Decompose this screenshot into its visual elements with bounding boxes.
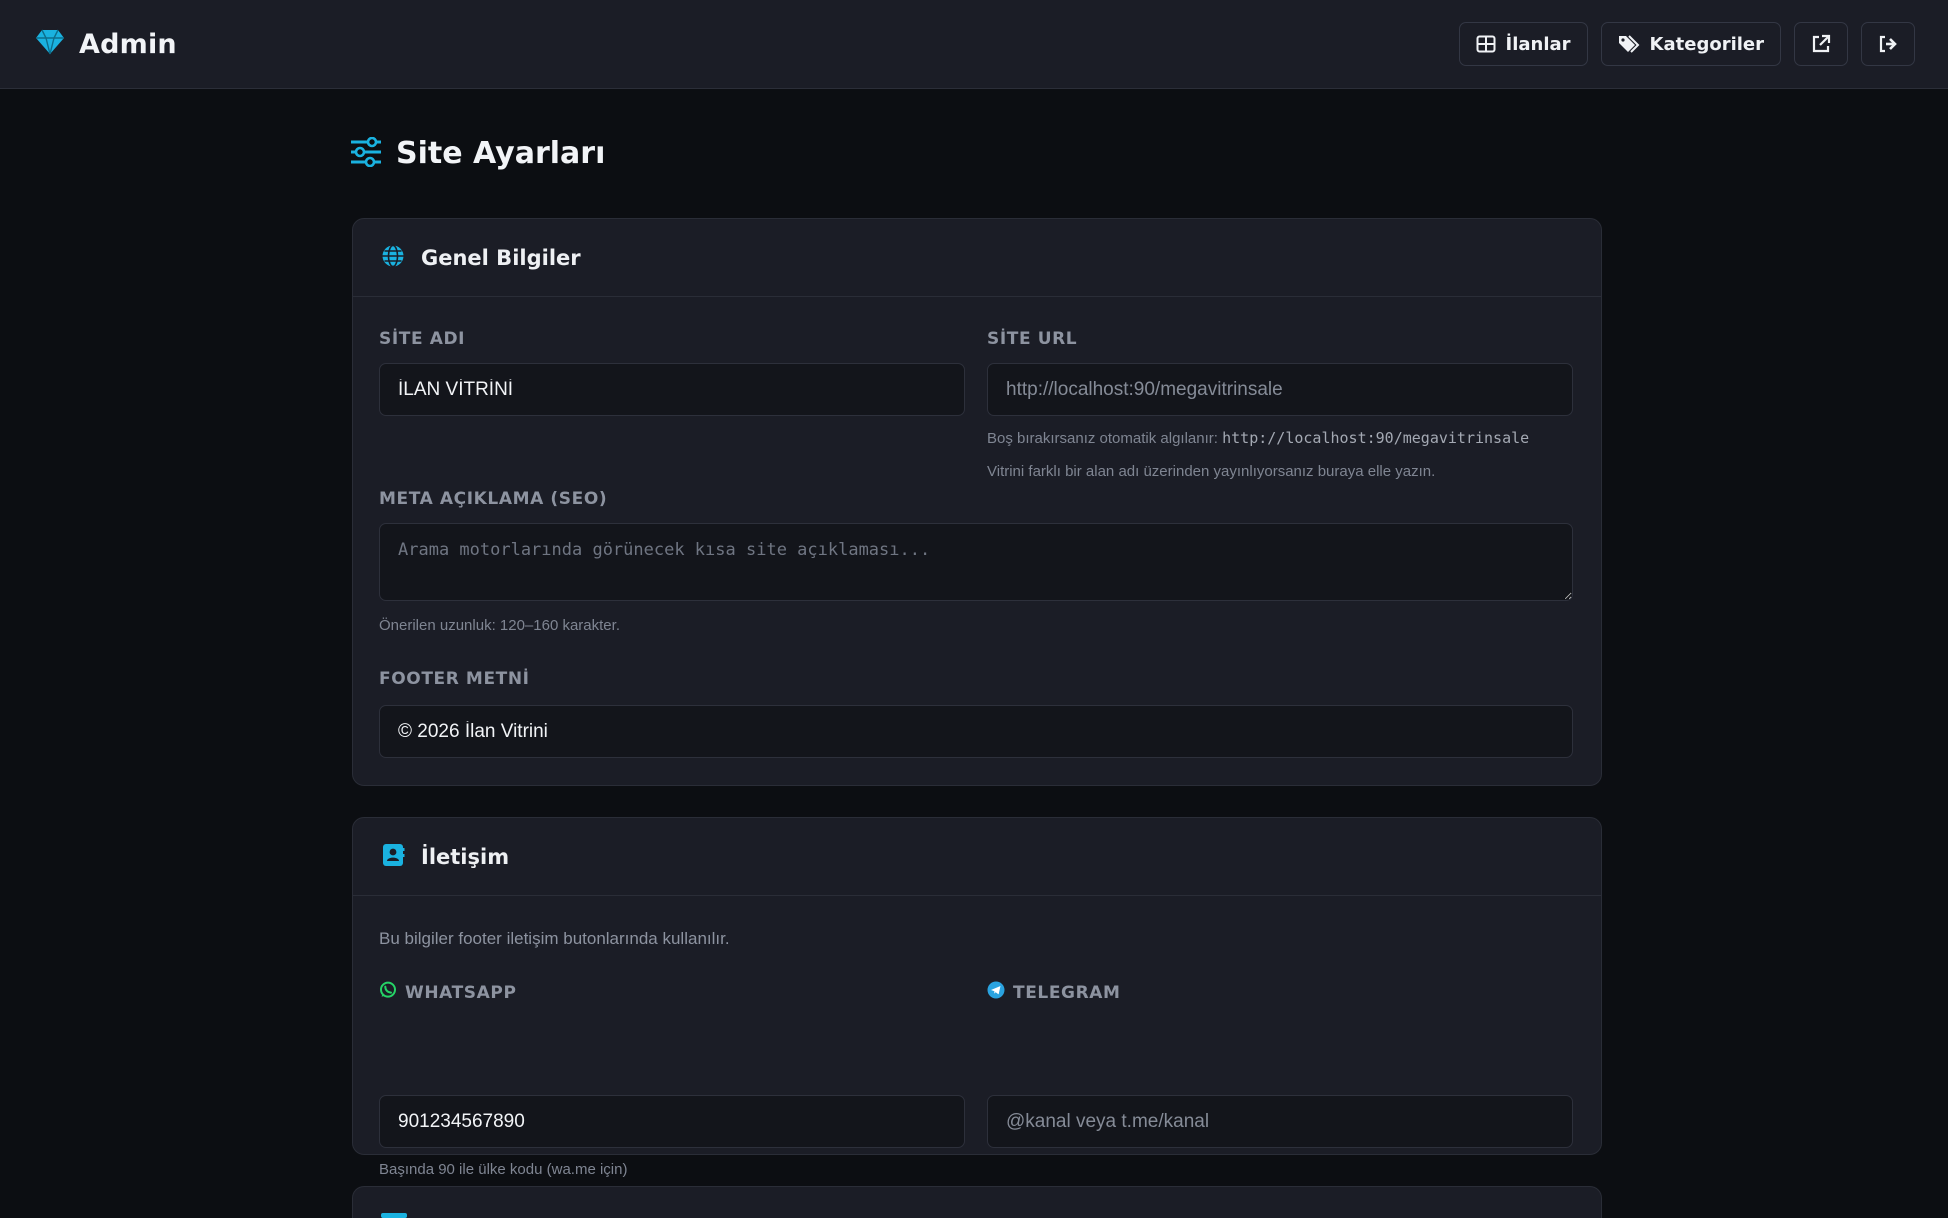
site-name-label: SİTE ADI bbox=[379, 329, 466, 349]
whatsapp-icon bbox=[379, 981, 397, 1004]
brand-name: Admin bbox=[79, 28, 177, 60]
brand[interactable]: Admin bbox=[35, 29, 177, 60]
ilanlar-label: İlanlar bbox=[1505, 33, 1571, 55]
site-url-help-code: http://localhost:90/megavitrinsale bbox=[1222, 429, 1530, 447]
address-book-icon bbox=[381, 843, 405, 871]
page-title: Site Ayarları bbox=[396, 136, 606, 171]
grid-icon bbox=[1476, 34, 1496, 54]
contact-description: Bu bilgiler footer iletişim butonlarında… bbox=[379, 929, 730, 948]
globe-icon bbox=[381, 244, 405, 272]
next-settings-card bbox=[352, 1186, 1602, 1218]
general-info-header: Genel Bilgiler bbox=[353, 219, 1601, 297]
whatsapp-label-text: WHATSAPP bbox=[405, 982, 517, 1003]
meta-description-help: Önerilen uzunluk: 120–160 karakter. bbox=[379, 617, 620, 634]
contact-title: İletişim bbox=[421, 844, 510, 869]
whatsapp-input[interactable] bbox=[379, 1095, 965, 1148]
ilanlar-button[interactable]: İlanlar bbox=[1458, 22, 1588, 66]
site-url-help: Boş bırakırsanız otomatik algılanır: htt… bbox=[987, 429, 1529, 447]
telegram-icon bbox=[987, 981, 1005, 1004]
footer-text-input[interactable] bbox=[379, 705, 1573, 758]
kategoriler-label: Kategoriler bbox=[1649, 33, 1764, 55]
sliders-icon bbox=[350, 136, 382, 171]
top-navbar: Admin İlanlar Kategoriler bbox=[0, 0, 1948, 89]
site-url-help-2: Vitrini farklı bir alan adı üzerinden ya… bbox=[987, 463, 1436, 480]
logout-icon bbox=[1878, 34, 1898, 54]
whatsapp-help: Başında 90 ile ülke kodu (wa.me için) bbox=[379, 1161, 628, 1178]
contact-card: İletişim Bu bilgiler footer iletişim but… bbox=[352, 817, 1602, 1178]
external-link-icon bbox=[1811, 34, 1831, 54]
header-nav: İlanlar Kategoriler bbox=[1458, 22, 1915, 66]
telegram-label: TELEGRAM bbox=[987, 981, 1121, 1004]
next-card-icon bbox=[381, 1213, 407, 1218]
meta-description-label: META AÇIKLAMA (SEO) bbox=[379, 489, 608, 509]
contact-header: İletişim bbox=[353, 818, 1601, 896]
meta-description-textarea[interactable] bbox=[379, 523, 1573, 601]
whatsapp-label: WHATSAPP bbox=[379, 981, 517, 1004]
site-url-input[interactable] bbox=[987, 363, 1573, 416]
logout-button[interactable] bbox=[1861, 22, 1915, 66]
telegram-label-text: TELEGRAM bbox=[1013, 982, 1121, 1003]
telegram-input[interactable] bbox=[987, 1095, 1573, 1148]
page-title-row: Site Ayarları bbox=[350, 136, 605, 171]
kategoriler-button[interactable]: Kategoriler bbox=[1600, 22, 1781, 66]
tags-icon bbox=[1618, 34, 1640, 54]
view-site-button[interactable] bbox=[1794, 22, 1848, 66]
footer-text-label: FOOTER METNİ bbox=[379, 669, 530, 689]
site-name-input[interactable] bbox=[379, 363, 965, 416]
site-url-help-prefix: Boş bırakırsanız otomatik algılanır: bbox=[987, 430, 1218, 447]
general-info-card: Genel Bilgiler SİTE ADI SİTE URL Boş bır… bbox=[352, 218, 1602, 786]
diamond-icon bbox=[35, 29, 65, 59]
site-url-label: SİTE URL bbox=[987, 329, 1078, 349]
general-info-title: Genel Bilgiler bbox=[421, 245, 581, 270]
